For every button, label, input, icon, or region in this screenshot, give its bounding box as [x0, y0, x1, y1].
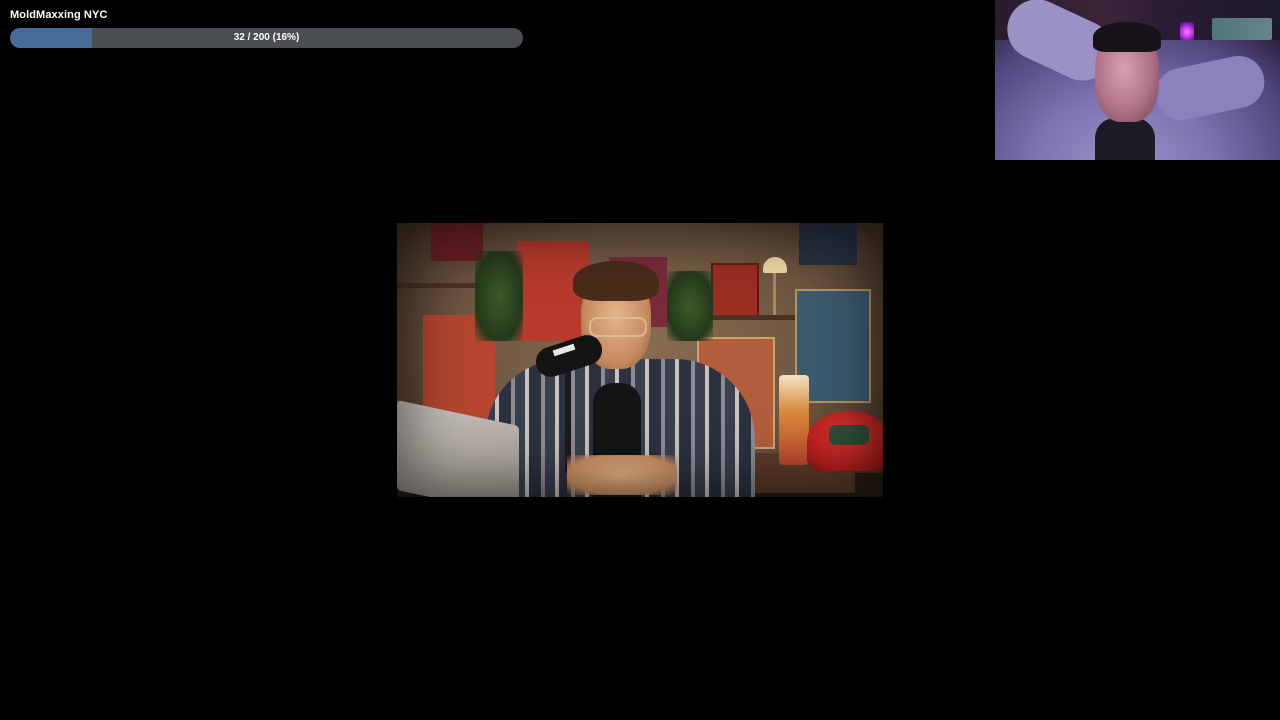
webcam-streamer-shirt — [1095, 118, 1155, 160]
webcam-background-light — [1180, 22, 1194, 42]
goal-progress-label: 32 / 200 (16%) — [233, 32, 300, 43]
webcam-background-monitor — [1212, 18, 1272, 40]
stream-canvas: MoldMaxxing NYC 32 / 200 (16%) — [0, 0, 1280, 720]
streamer-webcam — [995, 0, 1280, 160]
webcam-streamer-hair — [1093, 22, 1161, 52]
goal-title: MoldMaxxing NYC — [10, 9, 108, 21]
video-vignette — [397, 223, 883, 497]
main-video[interactable] — [397, 223, 883, 497]
goal-progress-bar: 32 / 200 (16%) — [10, 28, 523, 48]
